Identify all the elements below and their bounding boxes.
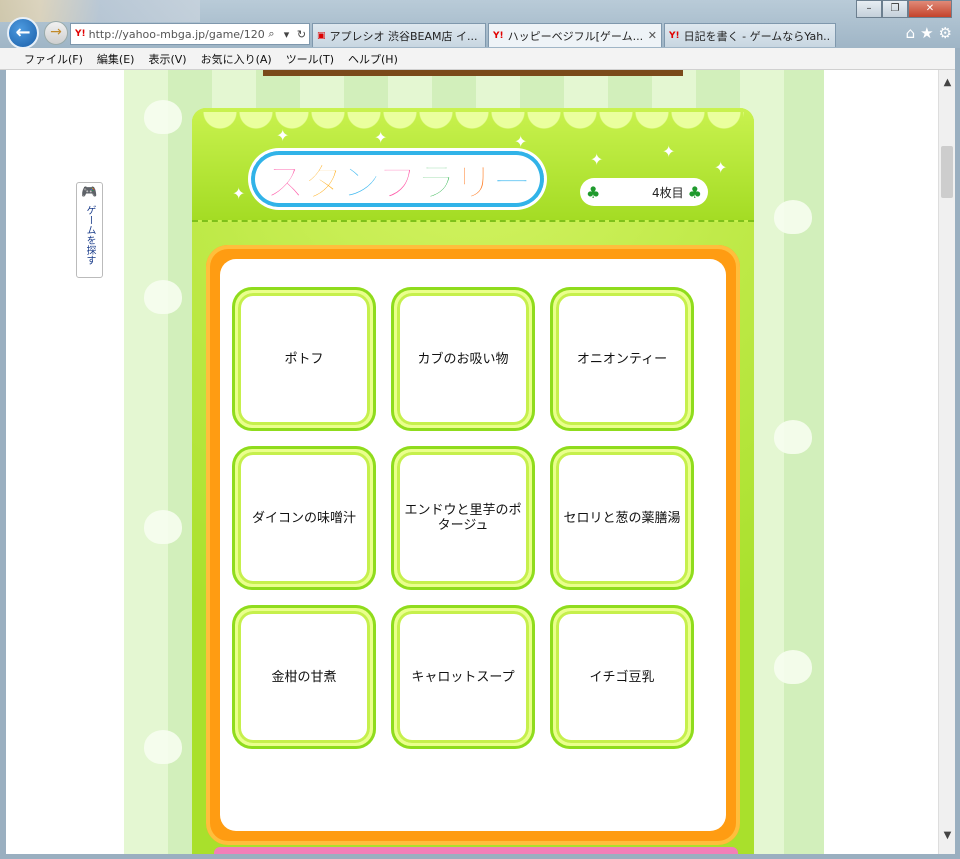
- site-favicon-icon: ▣: [317, 30, 326, 41]
- stamp-slot[interactable]: イチゴ豆乳: [550, 605, 694, 749]
- ticket-count-badge: ♣ 4枚目 ♣: [580, 178, 708, 206]
- yahoo-favicon-icon: Y!: [669, 30, 680, 41]
- close-button[interactable]: ✕: [908, 0, 952, 18]
- find-games-label: ゲームを探す: [84, 205, 95, 265]
- title-character: ラ: [415, 159, 457, 207]
- minimize-button[interactable]: –: [856, 0, 882, 18]
- stamp-slot[interactable]: セロリと葱の薬膳湯: [550, 446, 694, 590]
- dropdown-icon[interactable]: ▾: [279, 28, 294, 41]
- find-games-tab[interactable]: 🎮 ゲームを探す: [76, 182, 103, 278]
- address-url[interactable]: http://yahoo-mbga.jp/game/120: [89, 28, 264, 41]
- window-frame-bottom: [0, 854, 960, 859]
- previous-section-strip: [263, 70, 683, 76]
- apple-pattern-icon: [144, 100, 182, 134]
- window-controls: – ❐ ✕: [856, 0, 952, 18]
- tab-label: ハッピーベジフル[ゲーム...: [507, 29, 644, 43]
- ticket-count: 4枚目: [652, 185, 684, 200]
- stamp-grid: ポトフ カブのお吸い物 オニオンティーダイコンの味噌汁 エンドウと里芋のポタージュ セロ…: [232, 287, 694, 749]
- stamp-slot[interactable]: オニオンティー: [550, 287, 694, 431]
- sparkle-icon: ✦: [374, 128, 388, 147]
- apple-pattern-icon: [774, 420, 812, 454]
- title-text: スタンプラリー: [264, 150, 533, 208]
- stamp-label: オニオンティー: [556, 293, 688, 425]
- scroll-down-icon[interactable]: ▼: [939, 827, 956, 844]
- apple-pattern-icon: [144, 730, 182, 764]
- sparkle-icon: ✦: [276, 126, 290, 145]
- window-frame-left: [0, 70, 6, 859]
- menu-help[interactable]: ヘルプ(H): [348, 51, 398, 67]
- stamp-rally-title: スタンプラリー: [248, 148, 547, 210]
- menu-view[interactable]: 表示(V): [148, 51, 186, 67]
- clover-icon: ♣: [586, 182, 601, 202]
- scroll-thumb[interactable]: [941, 146, 953, 198]
- sparkle-icon: ✦: [232, 184, 246, 203]
- stamp-slot[interactable]: エンドウと里芋のポタージュ: [391, 446, 535, 590]
- sparkle-icon: ✦: [714, 158, 728, 177]
- title-character: リ: [453, 159, 495, 207]
- menu-favorites[interactable]: お気に入り(A): [201, 51, 272, 67]
- sparkle-icon: ✦: [590, 150, 604, 169]
- stamp-slot[interactable]: キャロットスープ: [391, 605, 535, 749]
- apple-pattern-icon: [144, 280, 182, 314]
- clover-icon: ♣: [687, 182, 702, 202]
- tab-diary[interactable]: Y! 日記を書く - ゲームならYah...: [664, 23, 836, 47]
- menu-file[interactable]: ファイル(F): [24, 51, 83, 67]
- page-viewport: 🎮 ゲームを探す ✦ ✦ ✦ ✦ ✦ ✦ ✦ スタンプラリー ♣ 4枚目 ♣ ポ…: [6, 70, 938, 854]
- forward-arrow-icon: →: [50, 24, 62, 40]
- yahoo-favicon-icon: Y!: [493, 30, 504, 41]
- title-character: ー: [491, 159, 533, 207]
- stamp-label: カブのお吸い物: [397, 293, 529, 425]
- tab-apresio[interactable]: ▣ アプレシオ 渋谷BEAM店 イ...: [312, 23, 486, 47]
- gear-icon[interactable]: ⚙: [939, 24, 952, 42]
- next-section-strip: [214, 847, 738, 854]
- browser-chrome: – ❐ ✕ ← → Y! http://yahoo-mbga.jp/game/1…: [0, 0, 960, 49]
- apple-pattern-icon: [144, 510, 182, 544]
- menu-tools[interactable]: ツール(T): [286, 51, 334, 67]
- stamp-label: ダイコンの味噌汁: [238, 452, 370, 584]
- tab-label: 日記を書く - ゲームならYah...: [683, 29, 831, 43]
- home-icon[interactable]: ⌂: [906, 24, 916, 42]
- back-arrow-icon: ←: [15, 22, 31, 43]
- address-bar[interactable]: Y! http://yahoo-mbga.jp/game/120 ⌕ ▾ ↻: [70, 23, 310, 45]
- stamp-board-frame: ポトフ カブのお吸い物 オニオンティーダイコンの味噌汁 エンドウと里芋のポタージュ セロ…: [206, 245, 740, 845]
- stamp-label: イチゴ豆乳: [556, 611, 688, 743]
- star-icon[interactable]: ★: [920, 24, 933, 42]
- tab-label: アプレシオ 渋谷BEAM店 イ...: [329, 29, 478, 43]
- vertical-scrollbar[interactable]: ▲ ▼: [938, 70, 955, 854]
- stamp-label: エンドウと里芋のポタージュ: [397, 452, 529, 584]
- stamp-slot[interactable]: ダイコンの味噌汁: [232, 446, 376, 590]
- gamepad-icon: 🎮: [81, 185, 98, 200]
- title-character: ス: [264, 159, 306, 207]
- stamp-label: セロリと葱の薬膳湯: [556, 452, 688, 584]
- menu-bar: ファイル(F) 編集(E) 表示(V) お気に入り(A) ツール(T) ヘルプ(…: [0, 48, 960, 70]
- yahoo-favicon-icon: Y!: [75, 29, 86, 39]
- stamp-slot[interactable]: ポトフ: [232, 287, 376, 431]
- title-character: タ: [302, 159, 344, 207]
- stamp-label: ポトフ: [238, 293, 370, 425]
- stamp-rally-header: ✦ ✦ ✦ ✦ ✦ ✦ ✦ スタンプラリー ♣ 4枚目 ♣: [192, 108, 754, 222]
- scroll-up-icon[interactable]: ▲: [939, 74, 956, 91]
- close-tab-icon[interactable]: ✕: [648, 29, 657, 42]
- forward-button[interactable]: →: [44, 21, 68, 45]
- refresh-icon[interactable]: ↻: [294, 28, 309, 41]
- apple-pattern-icon: [774, 650, 812, 684]
- toolbar-icons: ⌂ ★ ⚙: [906, 24, 952, 42]
- restore-button[interactable]: ❐: [882, 0, 908, 18]
- title-character: ン: [340, 159, 380, 207]
- tab-happy-vegeful[interactable]: Y! ハッピーベジフル[ゲーム... ✕: [488, 23, 662, 47]
- stamp-slot[interactable]: カブのお吸い物: [391, 287, 535, 431]
- stamp-label: キャロットスープ: [397, 611, 529, 743]
- search-icon[interactable]: ⌕: [264, 27, 279, 41]
- stamp-rally-panel: ✦ ✦ ✦ ✦ ✦ ✦ ✦ スタンプラリー ♣ 4枚目 ♣ ポトフ カブのお吸い物…: [192, 108, 754, 854]
- back-button[interactable]: ←: [7, 17, 39, 49]
- stamp-slot[interactable]: 金柑の甘煮: [232, 605, 376, 749]
- window-frame-right: [955, 48, 960, 859]
- menu-edit[interactable]: 編集(E): [97, 51, 135, 67]
- stamp-label: 金柑の甘煮: [238, 611, 370, 743]
- sparkle-icon: ✦: [662, 142, 676, 161]
- stamp-board: ポトフ カブのお吸い物 オニオンティーダイコンの味噌汁 エンドウと里芋のポタージュ セロ…: [220, 259, 726, 831]
- title-character: プ: [377, 159, 419, 207]
- apple-pattern-icon: [774, 200, 812, 234]
